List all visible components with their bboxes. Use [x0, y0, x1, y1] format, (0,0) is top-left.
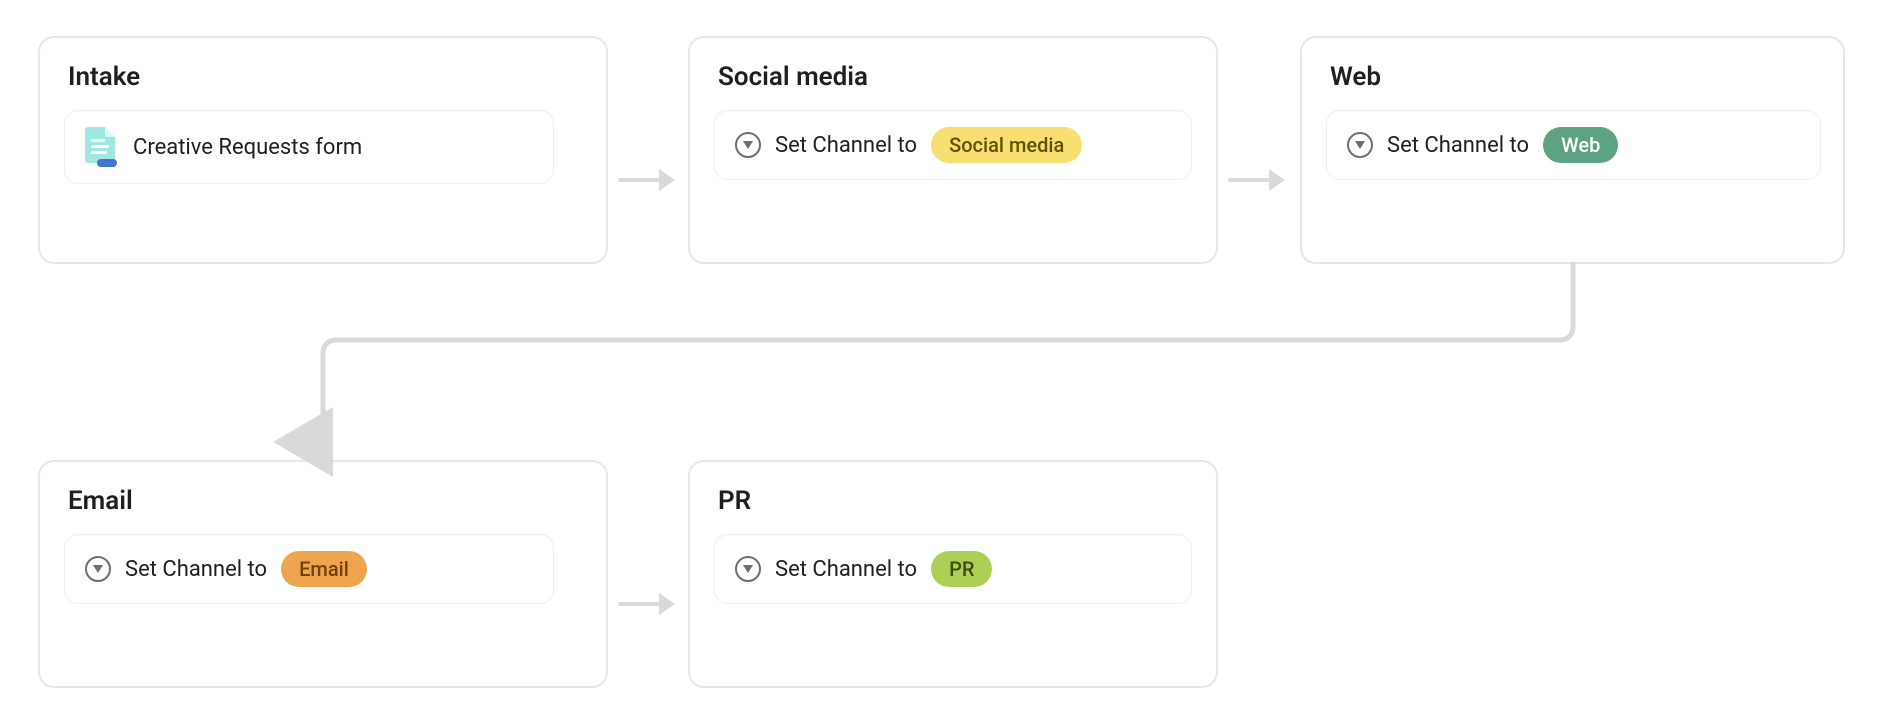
workflow-diagram: Intake Creative Requests form Social med… — [0, 0, 1880, 720]
connector-line — [0, 0, 1880, 720]
